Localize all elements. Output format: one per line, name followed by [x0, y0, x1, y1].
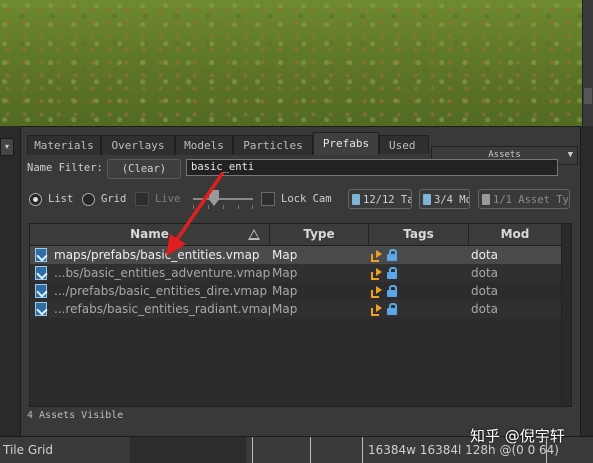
filter-row: Name Filter: (Clear) — [21, 159, 580, 181]
name-filter-input[interactable] — [186, 159, 558, 176]
table-row[interactable]: ...bs/basic_entities_adventure.vmap Map … — [30, 264, 571, 282]
row-name: .../prefabs/basic_entities_dire.vmap — [54, 284, 268, 298]
watermark: 知乎 @倪宇轩 — [470, 427, 565, 445]
row-mod: dota — [471, 284, 499, 298]
list-radio[interactable] — [29, 193, 42, 206]
link-icon — [370, 249, 382, 262]
viewport-scroll-thumb[interactable] — [584, 88, 592, 104]
table-row[interactable]: maps/prefabs/basic_entities.vmap Map dot… — [30, 246, 571, 264]
map-file-icon — [35, 284, 47, 298]
link-icon — [370, 267, 382, 280]
status-mode: Tile Grid — [3, 443, 54, 457]
right-strip — [579, 126, 593, 436]
tab-particles[interactable]: Particles — [233, 135, 313, 155]
column-mod[interactable]: Mod — [469, 224, 561, 245]
status-divider — [252, 437, 253, 463]
row-mod: dota — [471, 266, 499, 280]
tab-prefabs[interactable]: Prefabs — [313, 132, 379, 155]
row-mod: dota — [471, 302, 499, 316]
column-name[interactable]: Name — [30, 224, 270, 245]
map-file-icon — [35, 248, 47, 262]
table-row[interactable]: .../prefabs/basic_entities_dire.vmap Map… — [30, 282, 571, 300]
lock-icon — [387, 303, 397, 315]
sort-ascending-icon — [248, 229, 260, 240]
status-blank-field — [130, 437, 246, 463]
viewport-3d[interactable] — [0, 0, 583, 126]
tab-bar: Materials Overlays Models Particles Pref… — [21, 132, 580, 165]
asset-browser-panel: Materials Overlays Models Particles Pref… — [20, 126, 581, 438]
tab-used-in[interactable]: Used in — [379, 135, 429, 154]
assets-visible-count: 4 Assets Visible — [27, 410, 124, 421]
tags-filter-button[interactable]: 12/12 Ta — [348, 189, 412, 209]
row-type: Map — [272, 302, 298, 316]
lock-cam-label: Lock Cam — [281, 193, 332, 205]
row-name: ...refabs/basic_entities_radiant.vmap — [54, 302, 270, 316]
map-file-icon — [35, 302, 47, 316]
lock-icon — [387, 285, 397, 297]
column-tags[interactable]: Tags — [369, 224, 469, 245]
viewport-scrollbar[interactable] — [582, 0, 593, 126]
table-header: Name Type Tags Mod — [30, 224, 571, 246]
lock-icon — [387, 249, 397, 261]
lock-cam-checkbox[interactable] — [261, 192, 275, 206]
row-name: ...bs/basic_entities_adventure.vmap — [54, 266, 270, 280]
table-scrollbar[interactable] — [561, 224, 571, 406]
collapse-arrow-icon[interactable]: ▾ — [0, 138, 14, 156]
column-type[interactable]: Type — [270, 224, 369, 245]
tab-models[interactable]: Models — [175, 135, 233, 155]
filter-icon — [423, 194, 431, 205]
asset-type-filter-button[interactable]: 1/1 Asset Typ — [478, 189, 570, 209]
status-divider — [310, 437, 311, 463]
grid-radio[interactable] — [82, 193, 95, 206]
map-file-icon — [35, 266, 47, 280]
annotation-arrow-icon — [166, 172, 224, 256]
filter-icon — [352, 194, 360, 205]
row-mod: dota — [471, 248, 499, 262]
mods-filter-button[interactable]: 3/4 Mo — [419, 189, 470, 209]
grid-label: Grid — [101, 193, 127, 205]
lock-icon — [387, 267, 397, 279]
link-icon — [370, 303, 382, 316]
row-type: Map — [272, 248, 298, 262]
row-type: Map — [272, 284, 298, 298]
tab-overlays[interactable]: Overlays — [101, 135, 175, 155]
view-options-row: List Grid Live Lock Cam 12/12 Ta 3/4 Mo … — [21, 189, 580, 213]
list-label: List — [48, 193, 74, 205]
link-icon — [370, 285, 382, 298]
filter-icon — [482, 194, 490, 205]
left-tool-strip: ▾ — [0, 126, 21, 436]
asset-table: Name Type Tags Mod maps/prefabs/basic_en… — [29, 223, 572, 407]
table-row[interactable]: ...refabs/basic_entities_radiant.vmap Ma… — [30, 300, 571, 318]
live-checkbox[interactable] — [135, 192, 149, 206]
name-filter-label: Name Filter: — [27, 162, 103, 174]
row-type: Map — [272, 266, 298, 280]
tab-materials[interactable]: Materials — [27, 135, 101, 155]
status-divider — [362, 437, 363, 463]
